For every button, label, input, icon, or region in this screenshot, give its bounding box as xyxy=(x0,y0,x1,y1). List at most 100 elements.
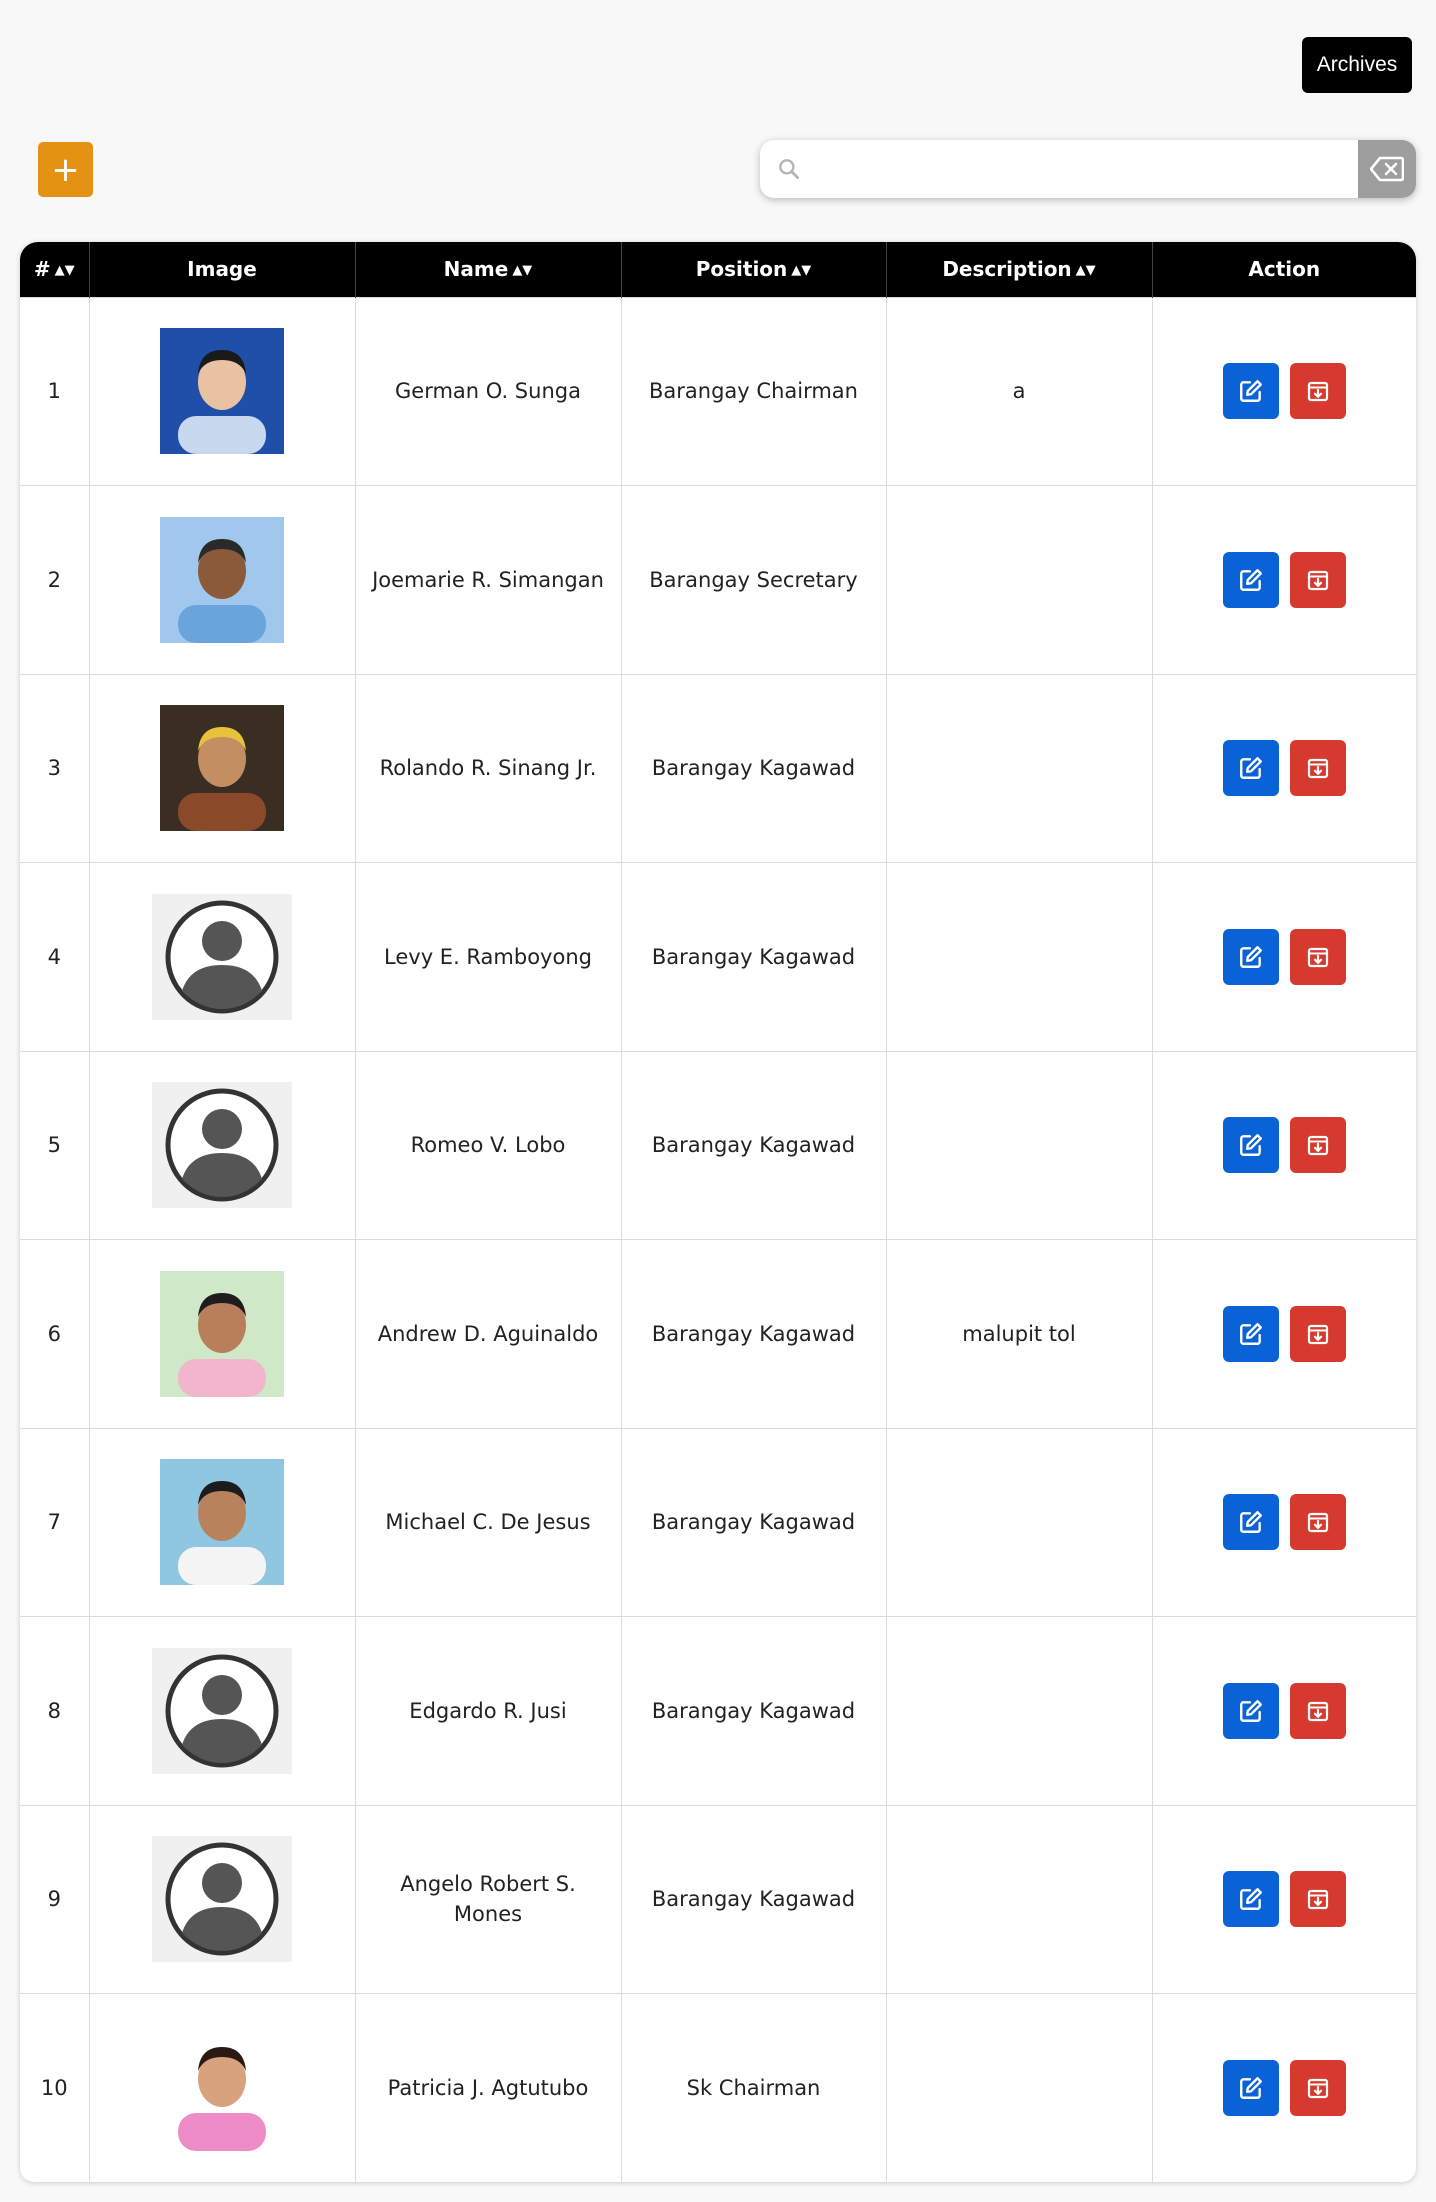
archive-icon xyxy=(1307,1324,1328,1344)
row-position: Barangay Kagawad xyxy=(621,1427,887,1617)
edit-button[interactable] xyxy=(1222,1871,1279,1928)
archive-icon xyxy=(1307,570,1328,590)
column-header-number[interactable]: # ▲▼ xyxy=(20,242,90,297)
default-avatar xyxy=(152,1082,292,1209)
archive-button[interactable] xyxy=(1289,928,1346,985)
clear-search-button[interactable] xyxy=(1358,140,1416,198)
edit-button[interactable] xyxy=(1222,1494,1279,1551)
row-image xyxy=(89,1616,356,1805)
row-name: Rolando R. Sinang Jr. xyxy=(355,673,622,863)
edit-button[interactable] xyxy=(1222,740,1279,797)
archive-icon xyxy=(1307,1513,1328,1533)
column-header-name[interactable]: Name ▲▼ xyxy=(355,242,622,297)
row-name: Patricia J. Agtutubo xyxy=(355,1993,622,2182)
column-header-description[interactable]: Description ▲▼ xyxy=(886,242,1153,297)
row-name: Michael C. De Jesus xyxy=(355,1427,622,1617)
row-number: 10 xyxy=(20,1993,90,2182)
row-image xyxy=(89,673,356,863)
archive-button[interactable] xyxy=(1289,1871,1346,1928)
row-description xyxy=(886,673,1153,863)
edit-icon xyxy=(1239,1511,1262,1534)
edit-icon xyxy=(1239,945,1262,968)
edit-icon xyxy=(1239,2077,1262,2099)
sort-icon: ▲▼ xyxy=(1075,263,1096,279)
table-row: 8 Edgardo R. Jusi Barangay Kagawad xyxy=(20,1616,1416,1805)
archives-button[interactable]: Archives xyxy=(1302,37,1412,93)
official-photo xyxy=(160,1270,284,1397)
row-name: German O. Sunga xyxy=(355,296,622,486)
official-photo xyxy=(160,328,284,455)
row-description xyxy=(886,1993,1153,2182)
row-description xyxy=(886,1616,1153,1805)
row-actions xyxy=(1152,1616,1416,1805)
edit-icon xyxy=(1239,757,1262,780)
archive-button[interactable] xyxy=(1289,740,1346,797)
row-actions xyxy=(1152,485,1416,674)
archive-icon xyxy=(1307,947,1328,967)
sort-icon: ▲▼ xyxy=(791,263,812,279)
archive-button[interactable] xyxy=(1289,1305,1346,1362)
edit-button[interactable] xyxy=(1222,1117,1279,1174)
default-avatar xyxy=(152,1836,292,1963)
table-row: 9 Angelo Robert S. Mones Barangay Kagawa… xyxy=(20,1804,1416,1994)
row-description: a xyxy=(886,296,1153,486)
user-icon xyxy=(165,1088,279,1202)
row-position: Barangay Kagawad xyxy=(621,673,887,863)
row-actions xyxy=(1152,296,1416,486)
archive-icon xyxy=(1307,1890,1328,1910)
row-actions xyxy=(1152,1993,1416,2182)
row-image xyxy=(89,1427,356,1617)
table-row: 5 Romeo V. Lobo Barangay Kagawad xyxy=(20,1050,1416,1240)
sort-icon: ▲▼ xyxy=(54,263,75,279)
table-row: 2 Joemarie R. Simangan Barangay Secretar… xyxy=(20,485,1416,674)
row-image xyxy=(89,1050,356,1240)
edit-icon xyxy=(1239,568,1262,591)
archive-button[interactable] xyxy=(1289,363,1346,420)
official-photo xyxy=(160,2025,284,2151)
column-header-position[interactable]: Position ▲▼ xyxy=(621,242,887,297)
table-header-row: # ▲▼ Image Name ▲▼ Position ▲▼ Description ▲… xyxy=(20,242,1416,297)
edit-button[interactable] xyxy=(1222,1305,1279,1362)
row-actions xyxy=(1152,673,1416,863)
archive-button[interactable] xyxy=(1289,1494,1346,1551)
archive-button[interactable] xyxy=(1289,551,1346,608)
row-name: Andrew D. Aguinaldo xyxy=(355,1239,622,1428)
row-actions xyxy=(1152,1427,1416,1617)
officials-table: # ▲▼ Image Name ▲▼ Position ▲▼ Description ▲… xyxy=(20,242,1416,2182)
table-row: 6 Andrew D. Aguinaldo Barangay Kagawad m… xyxy=(20,1239,1416,1428)
search-input[interactable] xyxy=(818,140,1358,198)
edit-icon xyxy=(1239,380,1262,403)
row-number: 9 xyxy=(20,1804,90,1994)
edit-button[interactable] xyxy=(1222,551,1279,608)
edit-icon xyxy=(1239,1699,1262,1722)
edit-button[interactable] xyxy=(1222,363,1279,420)
official-photo xyxy=(160,1459,284,1586)
row-description: malupit tol xyxy=(886,1239,1153,1428)
archive-icon xyxy=(1307,1136,1328,1156)
add-official-button[interactable]: + xyxy=(38,142,93,197)
row-description xyxy=(886,1427,1153,1617)
edit-button[interactable] xyxy=(1222,1682,1279,1739)
archive-icon xyxy=(1307,382,1328,402)
official-photo xyxy=(160,705,284,832)
table-row: 7 Michael C. De Jesus Barangay Kagawad xyxy=(20,1427,1416,1617)
user-icon xyxy=(165,1842,279,1956)
table-row: 3 Rolando R. Sinang Jr. Barangay Kagawad xyxy=(20,673,1416,863)
table-row: 10 Patricia J. Agtutubo Sk Chairman xyxy=(20,1993,1416,2182)
edit-icon xyxy=(1239,1134,1262,1157)
row-name: Joemarie R. Simangan xyxy=(355,485,622,674)
row-position: Barangay Kagawad xyxy=(621,1804,887,1994)
row-name: Edgardo R. Jusi xyxy=(355,1616,622,1805)
row-name: Romeo V. Lobo xyxy=(355,1050,622,1240)
row-name: Angelo Robert S. Mones xyxy=(355,1804,622,1994)
row-position: Barangay Secretary xyxy=(621,485,887,674)
archive-button[interactable] xyxy=(1289,1117,1346,1174)
search-icon xyxy=(760,140,818,198)
row-actions xyxy=(1152,1050,1416,1240)
row-position: Barangay Kagawad xyxy=(621,1616,887,1805)
archive-button[interactable] xyxy=(1289,2060,1346,2116)
archive-button[interactable] xyxy=(1289,1682,1346,1739)
edit-button[interactable] xyxy=(1222,928,1279,985)
edit-button[interactable] xyxy=(1222,2060,1279,2116)
row-number: 5 xyxy=(20,1050,90,1240)
